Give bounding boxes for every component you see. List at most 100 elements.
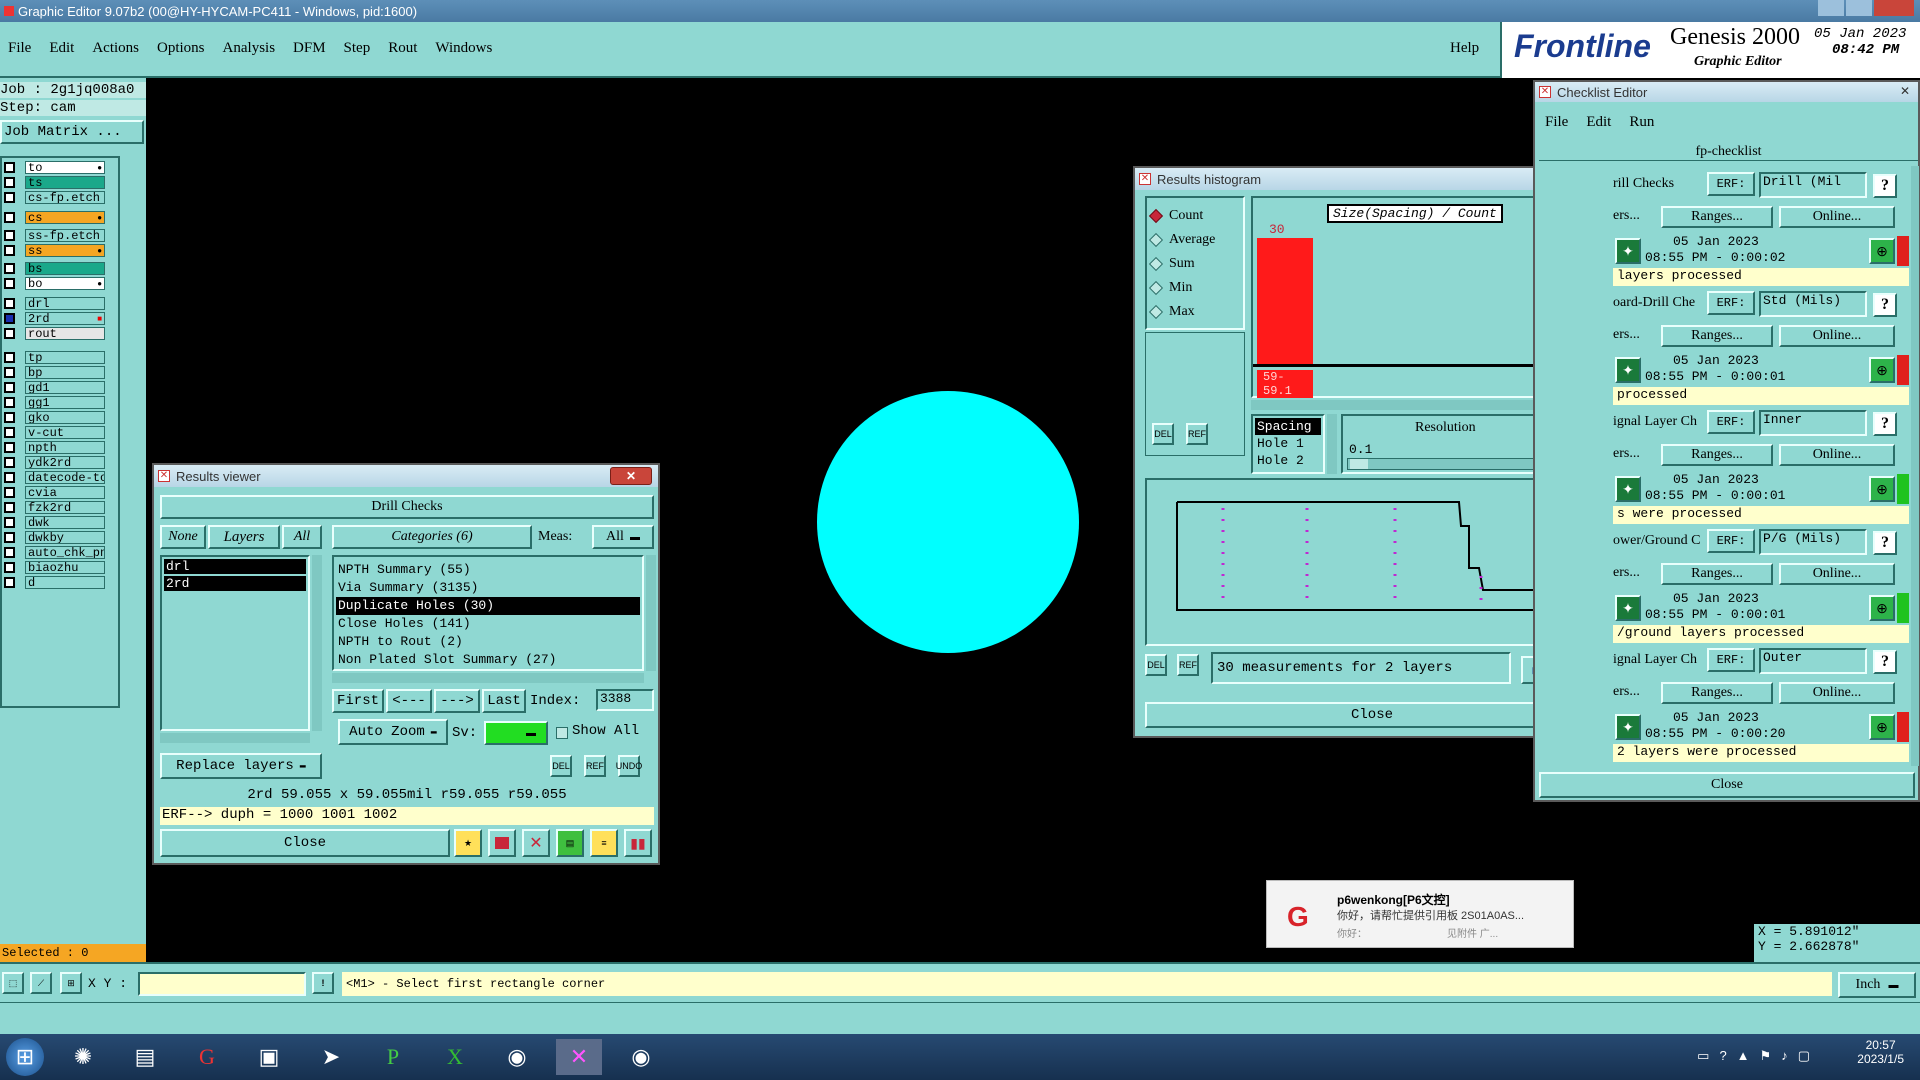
online-button[interactable]: Online...: [1779, 325, 1895, 347]
close-icon[interactable]: [1874, 0, 1914, 16]
cross-icon[interactable]: ✕: [522, 829, 550, 857]
layer-checkbox[interactable]: [4, 396, 15, 408]
layer-row[interactable]: ss ●: [4, 243, 118, 257]
index-input[interactable]: 3388: [596, 689, 654, 711]
ref-button[interactable]: REF: [584, 755, 606, 777]
help-button[interactable]: ?: [1873, 531, 1897, 555]
layer-name[interactable]: bp: [25, 365, 105, 379]
params-button[interactable]: ers...: [1613, 208, 1640, 224]
layer-checkbox[interactable]: [4, 441, 15, 453]
next-button[interactable]: --->: [434, 689, 480, 713]
notes-icon[interactable]: ≡: [590, 829, 618, 857]
layer-list-hscroll[interactable]: [160, 733, 310, 743]
layer-checkbox[interactable]: [4, 191, 15, 203]
action-name[interactable]: ower/Ground C: [1613, 533, 1703, 549]
layer-name[interactable]: v-cut: [25, 425, 105, 439]
last-button[interactable]: Last: [482, 689, 526, 713]
help-button[interactable]: ?: [1873, 412, 1897, 436]
histogram-field-item[interactable]: Hole 2: [1255, 452, 1321, 469]
layer-checkbox[interactable]: [4, 546, 15, 558]
layer-name[interactable]: ydk2rd: [25, 455, 105, 469]
board-preview[interactable]: [1145, 478, 1599, 646]
layer-row[interactable]: drl: [4, 296, 118, 310]
layer-name[interactable]: auto_chk_pn: [25, 545, 105, 559]
layer-row[interactable]: ts: [4, 175, 118, 189]
checklist-menu-file[interactable]: File: [1545, 114, 1568, 131]
monitor-icon[interactable]: [488, 829, 516, 857]
prev-button[interactable]: <---: [386, 689, 432, 713]
layer-checkbox[interactable]: [4, 327, 15, 339]
layer-checkbox[interactable]: [4, 312, 15, 324]
help-button[interactable]: ?: [1873, 650, 1897, 674]
mode-radio-average[interactable]: Average: [1148, 228, 1239, 252]
layer-row[interactable]: ss-fp.etch: [4, 228, 118, 242]
layer-name[interactable]: npth: [25, 440, 105, 454]
layer-name[interactable]: fzk2rd: [25, 500, 105, 514]
first-button[interactable]: First: [332, 689, 384, 713]
layer-checkbox[interactable]: [4, 561, 15, 573]
layer-row[interactable]: dwkby: [4, 530, 118, 544]
close-button[interactable]: Close: [1539, 772, 1915, 798]
menu-actions[interactable]: Actions: [92, 40, 139, 57]
help-button[interactable]: ?: [1873, 174, 1897, 198]
results-layer-item[interactable]: drl: [164, 559, 306, 574]
histogram-icon[interactable]: ▮▮: [624, 829, 652, 857]
layer-name[interactable]: bo ●: [25, 276, 105, 290]
layer-name[interactable]: dwkby: [25, 530, 105, 544]
show-all-checkbox[interactable]: [556, 727, 568, 739]
run-icon[interactable]: ✦: [1615, 714, 1641, 740]
categories-header[interactable]: Categories (6): [332, 525, 532, 549]
run-icon[interactable]: ✦: [1615, 357, 1641, 383]
layers-button[interactable]: Layers: [208, 525, 280, 549]
keyboard-icon[interactable]: ▭: [1697, 1048, 1709, 1064]
layer-checkbox[interactable]: [4, 426, 15, 438]
close-icon[interactable]: ✕: [610, 467, 652, 485]
checklist-menu-run[interactable]: Run: [1629, 114, 1654, 131]
view-results-icon[interactable]: ⊕: [1869, 238, 1895, 264]
category-list-hscroll[interactable]: [332, 673, 644, 683]
layer-name[interactable]: gd1: [25, 380, 105, 394]
category-list[interactable]: NPTH Summary (55) Via Summary (3135) Dupli…: [332, 555, 644, 671]
menu-dfm[interactable]: DFM: [293, 40, 326, 57]
params-button[interactable]: ers...: [1613, 327, 1640, 343]
sv-color-dropdown[interactable]: ▬: [484, 721, 548, 745]
layer-name[interactable]: bs: [25, 261, 105, 275]
menu-analysis[interactable]: Analysis: [223, 40, 276, 57]
category-item[interactable]: Via Summary (3135): [336, 579, 640, 597]
category-item[interactable]: Duplicate Holes (30): [336, 597, 640, 615]
layer-checkbox[interactable]: [4, 244, 15, 256]
del-button[interactable]: DEL: [1152, 423, 1174, 445]
view-results-icon[interactable]: ⊕: [1869, 595, 1895, 621]
layer-checkbox[interactable]: [4, 456, 15, 468]
undo-button[interactable]: UNDO: [616, 755, 642, 777]
action-name[interactable]: ignal Layer Ch: [1613, 414, 1703, 430]
menu-rout[interactable]: Rout: [388, 40, 417, 57]
layer-checkbox[interactable]: [4, 381, 15, 393]
results-layer-list[interactable]: drl 2rd: [160, 555, 310, 731]
report-icon[interactable]: ▤: [556, 829, 584, 857]
layer-checkbox[interactable]: [4, 576, 15, 588]
start-button-icon[interactable]: ⊞: [6, 1038, 44, 1076]
layer-name[interactable]: biaozhu: [25, 560, 105, 574]
auto-zoom-dropdown[interactable]: Auto Zoom ▬: [338, 719, 448, 745]
histogram-field-item[interactable]: Hole 1: [1255, 435, 1321, 452]
layer-checkbox[interactable]: [4, 351, 15, 363]
del-button[interactable]: DEL: [1145, 654, 1167, 676]
action-name[interactable]: oard-Drill Che: [1613, 295, 1703, 311]
close-icon[interactable]: ✕: [1900, 84, 1910, 98]
layer-name[interactable]: tp: [25, 350, 105, 364]
taskbar-excel-icon[interactable]: X: [432, 1039, 478, 1075]
layer-name[interactable]: drl: [25, 296, 105, 310]
erf-button[interactable]: ERF:: [1707, 172, 1755, 196]
params-button[interactable]: ers...: [1613, 446, 1640, 462]
layer-checkbox[interactable]: [4, 229, 15, 241]
layer-name[interactable]: dwk: [25, 515, 105, 529]
checklist-scrollbar[interactable]: [1911, 166, 1919, 766]
meas-dropdown[interactable]: All ▬: [592, 525, 654, 549]
layer-row[interactable]: cs-fp.etch: [4, 190, 118, 204]
run-icon[interactable]: ✦: [1615, 595, 1641, 621]
mode-radio-max[interactable]: Max: [1148, 300, 1239, 324]
histogram-bar[interactable]: [1257, 238, 1313, 364]
info-icon[interactable]: !: [312, 972, 334, 994]
layer-name[interactable]: gko: [25, 410, 105, 424]
